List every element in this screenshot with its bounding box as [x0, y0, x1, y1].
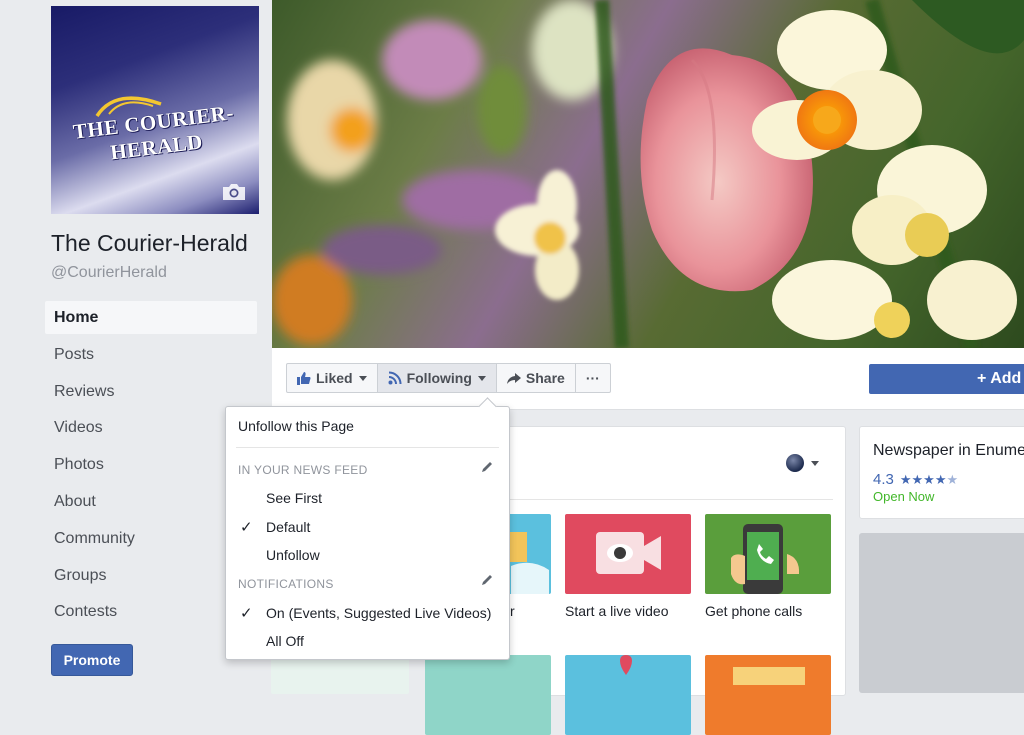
news-feed-header: IN YOUR NEWS FEED [238, 463, 368, 477]
following-label: Following [406, 370, 472, 386]
following-dropdown-menu: Unfollow this Page IN YOUR NEWS FEED See… [225, 397, 510, 660]
rss-icon [388, 371, 402, 385]
page-handle[interactable]: @CourierHerald [51, 264, 167, 282]
tile-phone-calls[interactable] [705, 514, 831, 594]
tile-row2-0[interactable] [271, 654, 409, 694]
nav-item-posts[interactable]: Posts [45, 338, 257, 375]
share-arrow-icon [506, 373, 521, 384]
chevron-down-icon [477, 375, 486, 381]
pencil-icon[interactable] [480, 573, 494, 587]
tile-live-video[interactable] [565, 514, 691, 594]
chevron-down-icon [358, 375, 367, 381]
logo-text: THE COURIER-HERALD [71, 100, 236, 165]
right-column-panel [859, 533, 1024, 693]
chevron-down-icon[interactable] [811, 461, 819, 466]
cover-flowers-image [272, 0, 1024, 348]
add-button[interactable]: + Add [869, 364, 1024, 394]
cover-photo[interactable] [272, 0, 1024, 348]
tile-row2-1[interactable] [425, 655, 551, 735]
tile-row2-3-icon [733, 667, 805, 687]
share-button[interactable]: Share [495, 363, 576, 393]
notifications-header: NOTIFICATIONS [238, 577, 334, 591]
default-option[interactable]: Default [266, 519, 310, 535]
checkmark-icon: ✓ [240, 605, 253, 622]
video-camera-icon [596, 532, 661, 574]
page-category[interactable]: Newspaper in Enume [873, 442, 1024, 460]
following-button[interactable]: Following [376, 363, 497, 393]
nav-item-home[interactable]: Home [45, 301, 257, 334]
see-first-option[interactable]: See First [266, 490, 322, 506]
tile-row2-2[interactable] [565, 655, 691, 735]
rating-row[interactable]: 4.3 ★★★★★ [873, 471, 958, 488]
share-label: Share [525, 370, 565, 386]
camera-icon[interactable] [221, 182, 247, 202]
open-status: Open Now [873, 489, 935, 504]
all-off-option[interactable]: All Off [266, 633, 304, 649]
page-info-card: Newspaper in Enume 4.3 ★★★★★ Open Now [859, 426, 1024, 519]
thumbs-up-icon [297, 372, 311, 385]
liked-label: Liked [316, 370, 353, 386]
profile-picture[interactable]: THE COURIER-HERALD [51, 6, 259, 214]
unfollow-option[interactable]: Unfollow [266, 547, 320, 563]
rating-value: 4.3 [873, 471, 894, 488]
tile-live-video-label[interactable]: Start a live video [565, 603, 669, 619]
page-action-bar: Liked Following Share ··· + Add [272, 348, 1024, 410]
checkmark-icon: ✓ [240, 519, 253, 536]
page-title[interactable]: The Courier-Herald [51, 230, 248, 257]
action-button-group: Liked Following Share ··· [286, 363, 611, 395]
tile-phone-calls-label[interactable]: Get phone calls [705, 603, 802, 619]
more-options-button[interactable]: ··· [574, 363, 611, 393]
pencil-icon[interactable] [480, 460, 494, 474]
star-rating-icon: ★★★★★ [899, 471, 959, 487]
map-pin-icon [620, 655, 632, 675]
notifications-on-option[interactable]: On (Events, Suggested Live Videos) [266, 605, 491, 621]
dropdown-divider [236, 447, 499, 448]
globe-icon[interactable] [786, 454, 804, 472]
more-dots-icon: ··· [585, 370, 600, 386]
promote-button[interactable]: Promote [51, 644, 133, 676]
phone-icon [731, 524, 800, 594]
unfollow-page-item[interactable]: Unfollow this Page [238, 418, 354, 434]
tile-row2-3[interactable] [705, 655, 831, 735]
tile-photo-label[interactable]: r [510, 603, 515, 619]
liked-button[interactable]: Liked [286, 363, 378, 393]
